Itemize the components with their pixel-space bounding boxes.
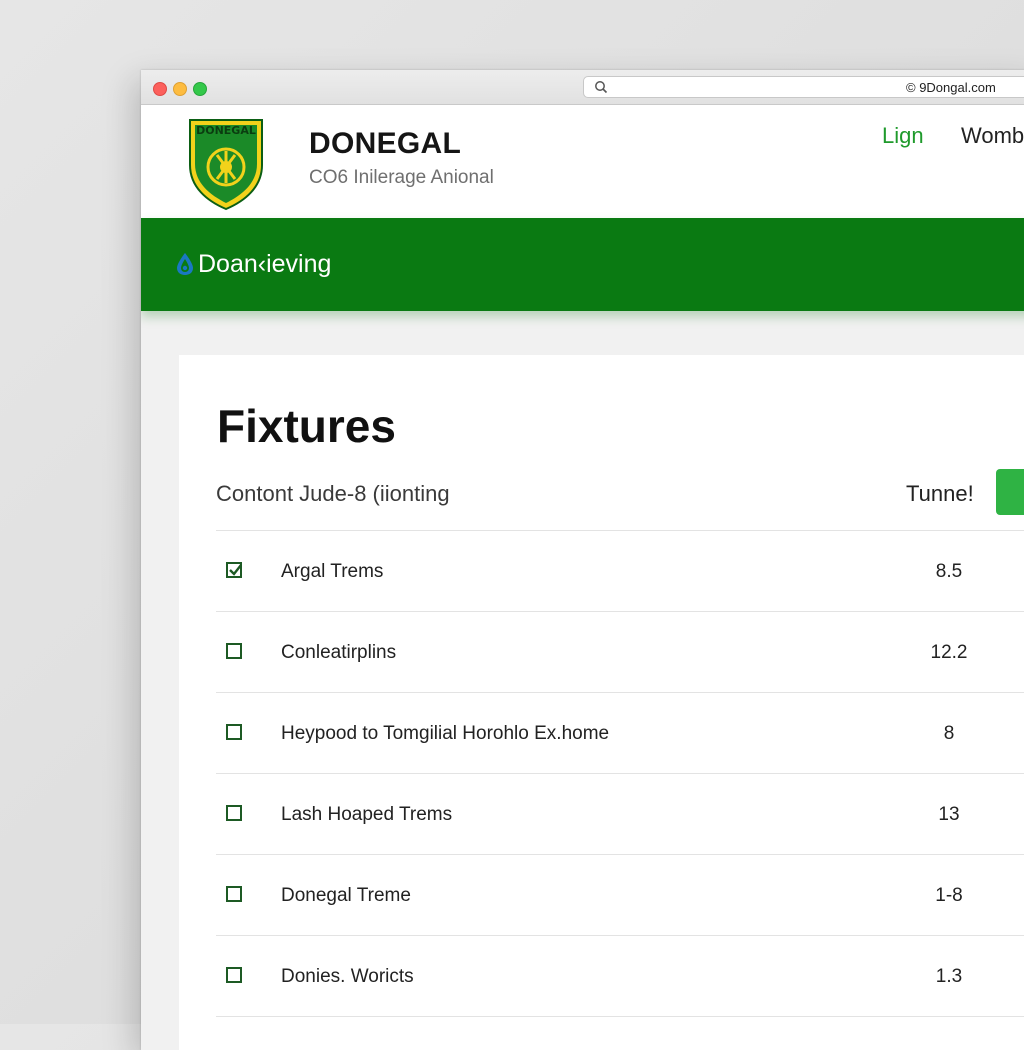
nav-link-womb[interactable]: Womb <box>961 123 1024 149</box>
checkmark-icon <box>229 564 242 576</box>
site-subtitle: CO6 Inilerage Anional <box>309 167 494 188</box>
fixtures-card: Fixtures Contont Jude-8 (iionting Tunne!… <box>179 355 1024 1050</box>
row-name: Conleatirplins <box>281 642 397 663</box>
list-item[interactable]: Conleatirplins 12.2 <box>216 612 1024 693</box>
close-window-button[interactable] <box>153 82 167 96</box>
action-button[interactable]: 1( <box>996 469 1024 515</box>
row-checkbox[interactable] <box>226 967 242 983</box>
row-name: Argal Trems <box>281 561 384 582</box>
minimize-window-button[interactable] <box>173 82 187 96</box>
banner-label: Doan‹ieving <box>198 250 332 278</box>
search-icon <box>595 81 608 94</box>
row-value: 8 <box>943 723 955 744</box>
browser-window: © 9Dongal.com DONEGAL DONEGAL CO6 Iniler… <box>141 70 1024 1050</box>
crest-logo[interactable]: DONEGAL <box>187 117 265 211</box>
row-checkbox[interactable] <box>226 805 242 821</box>
row-name: Donies. Woricts <box>281 966 414 987</box>
tune-label[interactable]: Tunne! <box>906 481 974 507</box>
site-title: DONEGAL <box>309 127 462 160</box>
fixtures-list: Argal Trems 8.5 Conleatirplins 12.2 Heyp… <box>216 530 1024 1017</box>
row-name: Heypood to Tomgilial Horohlo Ex.home <box>281 723 610 744</box>
row-value: 1.3 <box>935 966 963 987</box>
row-name: Lash Hoaped Trems <box>281 804 453 825</box>
crest-text: DONEGAL <box>196 124 256 137</box>
row-checkbox[interactable] <box>226 643 242 659</box>
list-item[interactable]: Lash Hoaped Trems 13 <box>216 774 1024 855</box>
list-item[interactable]: Argal Trems 8.5 <box>216 531 1024 612</box>
row-checkbox-checked[interactable] <box>226 562 242 578</box>
filter-label: Contont Jude-8 (iionting <box>216 481 450 506</box>
row-checkbox[interactable] <box>226 886 242 902</box>
row-name: Donegal Treme <box>281 885 411 906</box>
site-header: DONEGAL DONEGAL CO6 Inilerage Anional Li… <box>141 105 1024 218</box>
title-bar: © 9Dongal.com <box>141 70 1024 105</box>
row-checkbox[interactable] <box>226 724 242 740</box>
row-value: 12.2 <box>930 642 968 663</box>
section-banner: Doan‹ieving <box>141 218 1024 311</box>
login-link[interactable]: Lign <box>882 123 924 149</box>
drop-icon <box>177 253 193 275</box>
row-value: 8.5 <box>935 561 963 582</box>
row-value: 1-8 <box>935 885 963 906</box>
maximize-window-button[interactable] <box>193 82 207 96</box>
row-value: 13 <box>938 804 960 825</box>
list-item[interactable]: Donegal Treme 1-8 <box>216 855 1024 936</box>
url-text: © 9Dongal.com <box>906 80 996 95</box>
list-item[interactable]: Donies. Woricts 1.3 <box>216 936 1024 1017</box>
list-item[interactable]: Heypood to Tomgilial Horohlo Ex.home 8 <box>216 693 1024 774</box>
address-bar[interactable]: © 9Dongal.com <box>583 76 1024 98</box>
page-title: Fixtures <box>217 400 396 452</box>
